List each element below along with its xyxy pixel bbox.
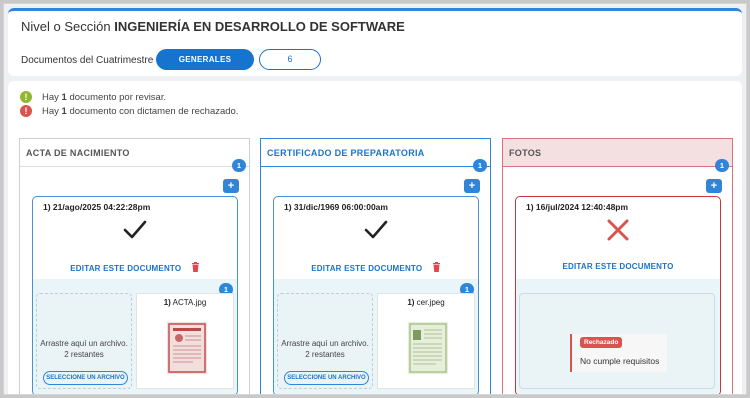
edit-document-link[interactable]: EDITAR ESTE DOCUMENTO — [562, 262, 673, 271]
trash-icon[interactable] — [191, 262, 200, 274]
dropzone-line2: 2 restantes — [305, 350, 345, 359]
document-date: 1) 21/ago/2025 04:22:28pm — [43, 202, 151, 212]
edit-row: EDITAR ESTE DOCUMENTO — [274, 262, 478, 274]
check-icon — [274, 215, 478, 245]
select-file-button[interactable]: SELECCIONE UN ARCHIVO — [284, 371, 369, 385]
documents-panel: ! Hay 1 documento por revisar. ! Hay 1 d… — [8, 81, 742, 394]
uploaded-file[interactable]: 1) cer.jpeg — [377, 293, 475, 389]
file-name-text: cer.jpeg — [414, 298, 445, 307]
dropzone-text: Arrastre aquí un archivo. 2 restantes — [278, 338, 372, 360]
column-title: FOTOS — [503, 139, 732, 167]
file-dropzone[interactable]: Arrastre aquí un archivo. 2 restantes SE… — [36, 293, 132, 389]
alert-pending-text: Hay 1 documento por revisar. — [42, 92, 166, 103]
column-acta-nacimiento: ACTA DE NACIMIENTO 1 + 1) 21/ago/2025 04… — [19, 138, 250, 394]
exclamation-error-icon: ! — [20, 105, 32, 117]
dropzone-line1: Arrastre aquí un archivo. — [40, 339, 128, 348]
rejection-note: Rechazado No cumple requisitos — [570, 334, 667, 372]
edit-row: EDITAR ESTE DOCUMENTO — [33, 262, 237, 274]
edit-row: EDITAR ESTE DOCUMENTO — [516, 262, 720, 271]
dropzone-line2: 2 restantes — [64, 350, 104, 359]
title-prefix: Nivel o Sección — [21, 19, 111, 34]
document-date: 1) 31/dic/1969 06:00:00am — [284, 202, 388, 212]
edit-document-link[interactable]: EDITAR ESTE DOCUMENTO — [70, 264, 181, 273]
generales-tab-button[interactable]: GENERALES — [156, 49, 254, 70]
alert-rejected-text: Hay 1 documento con dictamen de rechazad… — [42, 106, 238, 117]
section-name: INGENIERÍA EN DESARROLLO DE SOFTWARE — [114, 19, 405, 34]
files-area: 1 Arrastre aquí un archivo. 2 restantes … — [33, 279, 237, 394]
status-badge: Rechazado — [580, 337, 623, 348]
add-document-button[interactable]: + — [464, 179, 480, 193]
column-certificado-preparatoria: CERTIFICADO DE PREPARATORIA 1 + 1) 31/di… — [260, 138, 491, 394]
file-name: 1) cer.jpeg — [378, 298, 474, 307]
exclamation-warning-icon: ! — [20, 91, 32, 103]
rejection-area: Rechazado No cumple requisitos — [519, 293, 715, 389]
document-thumbnail-icon[interactable] — [408, 322, 448, 374]
file-name-text: ACTA.jpg — [170, 298, 207, 307]
document-thumbnail-icon[interactable] — [167, 322, 207, 374]
document-card: 1) 31/dic/1969 06:00:00am EDITAR ESTE DO… — [273, 196, 479, 394]
document-card: 1) 16/jul/2024 12:40:48pm EDITAR ESTE DO… — [515, 196, 721, 394]
rejection-reason: No cumple requisitos — [580, 356, 660, 366]
count-badge: 1 — [473, 159, 487, 172]
alert-pending-post: documento por revisar. — [66, 92, 167, 103]
add-document-button[interactable]: + — [223, 179, 239, 193]
check-icon — [33, 215, 237, 245]
file-index: 1) — [163, 298, 171, 307]
select-file-button[interactable]: SELECCIONE UN ARCHIVO — [43, 371, 128, 385]
add-document-button[interactable]: + — [706, 179, 722, 193]
trash-icon[interactable] — [432, 262, 441, 274]
cuatrimestre-tab-button[interactable]: 6 — [259, 49, 321, 70]
uploaded-file[interactable]: 1) ACTA.jpg — [136, 293, 234, 389]
document-card: 1) 21/ago/2025 04:22:28pm EDITAR ESTE DO… — [32, 196, 238, 394]
count-badge: 1 — [715, 159, 729, 172]
dropzone-line1: Arrastre aquí un archivo. — [281, 339, 369, 348]
header-card: Nivel o Sección INGENIERÍA EN DESARROLLO… — [8, 8, 742, 76]
alert-rejected-pre: Hay — [42, 106, 62, 117]
file-name: 1) ACTA.jpg — [137, 298, 233, 307]
alert-rejected-post: documento con dictamen de rechazado. — [66, 106, 239, 117]
app-frame: Nivel o Sección INGENIERÍA EN DESARROLLO… — [3, 3, 747, 395]
edit-document-link[interactable]: EDITAR ESTE DOCUMENTO — [311, 264, 422, 273]
document-date: 1) 16/jul/2024 12:40:48pm — [526, 202, 629, 212]
docs-label: Documentos del Cuatrimestre — [21, 55, 154, 66]
count-badge: 1 — [232, 159, 246, 172]
page-title: Nivel o Sección INGENIERÍA EN DESARROLLO… — [21, 19, 405, 34]
column-title: CERTIFICADO DE PREPARATORIA — [261, 139, 490, 167]
files-area: Rechazado No cumple requisitos — [516, 279, 720, 394]
dropzone-text: Arrastre aquí un archivo. 2 restantes — [37, 338, 131, 360]
column-fotos: FOTOS 1 + 1) 16/jul/2024 12:40:48pm EDIT… — [502, 138, 733, 394]
x-reject-icon — [516, 215, 720, 245]
files-area: 1 Arrastre aquí un archivo. 2 restantes … — [274, 279, 478, 394]
alert-pending-pre: Hay — [42, 92, 62, 103]
file-dropzone[interactable]: Arrastre aquí un archivo. 2 restantes SE… — [277, 293, 373, 389]
column-title: ACTA DE NACIMIENTO — [20, 139, 249, 167]
